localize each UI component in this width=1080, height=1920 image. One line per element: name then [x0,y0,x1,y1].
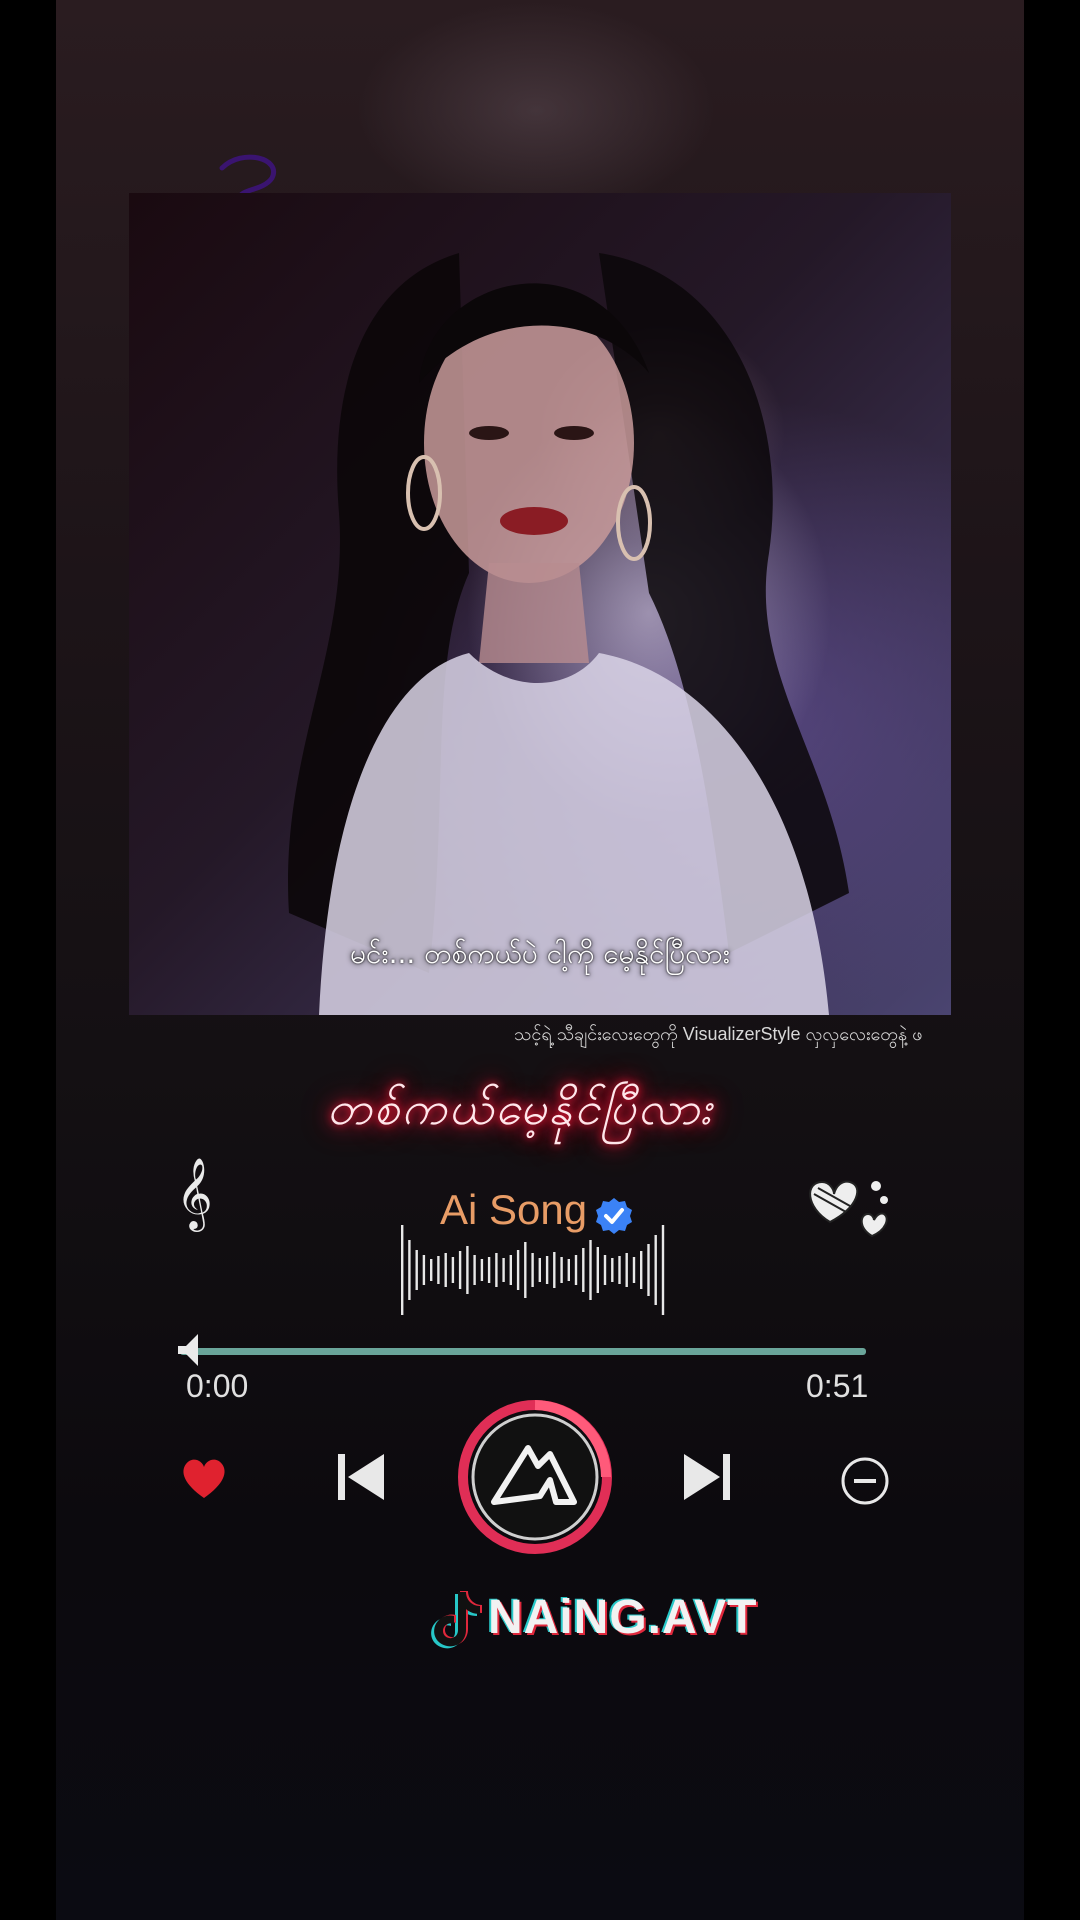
visualizer-bar [582,1248,585,1292]
tiktok-icon [431,1591,482,1649]
visualizer-bar [430,1259,433,1281]
visualizer-bar [661,1225,665,1315]
visualizer-bar [466,1246,469,1294]
visualizer-bar [487,1257,491,1283]
treble-clef-icon: 𝄞 [176,1156,213,1229]
visualizer-bar [437,1256,440,1284]
visualizer-bar [538,1258,541,1282]
visualizer-bar [422,1255,426,1285]
visualizer-bar [458,1251,462,1289]
minus-circle-icon[interactable] [840,1456,890,1506]
visualizer-bar [553,1252,556,1288]
visualizer-bar [444,1253,447,1287]
visualizer-bar [589,1240,592,1300]
visualizer-bar [618,1256,621,1284]
visualizer-bar [415,1250,418,1290]
skip-next-icon[interactable] [682,1450,732,1504]
visualizer-bar [560,1257,563,1283]
time-current: 0:00 [186,1368,249,1404]
progress-bar[interactable] [180,1348,866,1355]
credit-handle: NAiNG.AVT [488,1591,758,1644]
time-total: 0:51 [806,1368,869,1404]
visualizer-bar [640,1251,643,1289]
visualizer-bar [531,1253,534,1287]
visualizer-bar [524,1242,527,1298]
visualizer-bar [625,1253,628,1287]
visualizer-bar [611,1258,614,1282]
visualizer-bar [596,1247,599,1293]
marquee-text: သင့်ရဲ့ သီချင်းလေးတွေကို VisualizerStyle… [514,1024,923,1044]
visualizer-bar [408,1240,411,1300]
visualizer-bar [495,1253,498,1287]
visualizer-bar [502,1258,505,1282]
song-title: တစ်ကယ်မေ့နိုင်ပြီလား [326,1081,714,1135]
album-cover: မင်း... တစ်ကယ်ပဲ ငါ့ကို မေ့နိုင်ပြီလား [129,193,951,1015]
visualizer-bar [473,1255,476,1285]
visualizer-bar [451,1257,455,1283]
volume-knob-icon[interactable] [176,1330,216,1370]
visualizer-bar [567,1259,570,1281]
visualizer-bar [654,1235,657,1305]
visualizer-bar [545,1256,549,1284]
audio-visualizer [401,1225,665,1315]
visualizer-bar [509,1255,512,1285]
lyric-subtitle: မင်း... တစ်ကယ်ပဲ ငါ့ကို မေ့နိုင်ပြီလား [349,937,731,970]
visualizer-bar [603,1255,607,1285]
visualizer-bar [632,1257,636,1283]
skip-previous-icon[interactable] [336,1450,386,1504]
cover-portrait-illustration [288,253,849,1015]
visualizer-bar [516,1250,520,1290]
visualizer-bar [574,1255,578,1285]
visualizer-bar [480,1259,484,1281]
visualizer-bar [647,1244,650,1296]
play-logo-icon[interactable] [456,1398,614,1556]
marquee-banner: သင့်ရဲ့ သီချင်းလေးတွေကို VisualizerStyle… [514,1022,1024,1050]
visualizer-bar [401,1225,404,1315]
heart-icon[interactable] [178,1452,230,1504]
hearts-doodle-icon [809,1180,888,1238]
